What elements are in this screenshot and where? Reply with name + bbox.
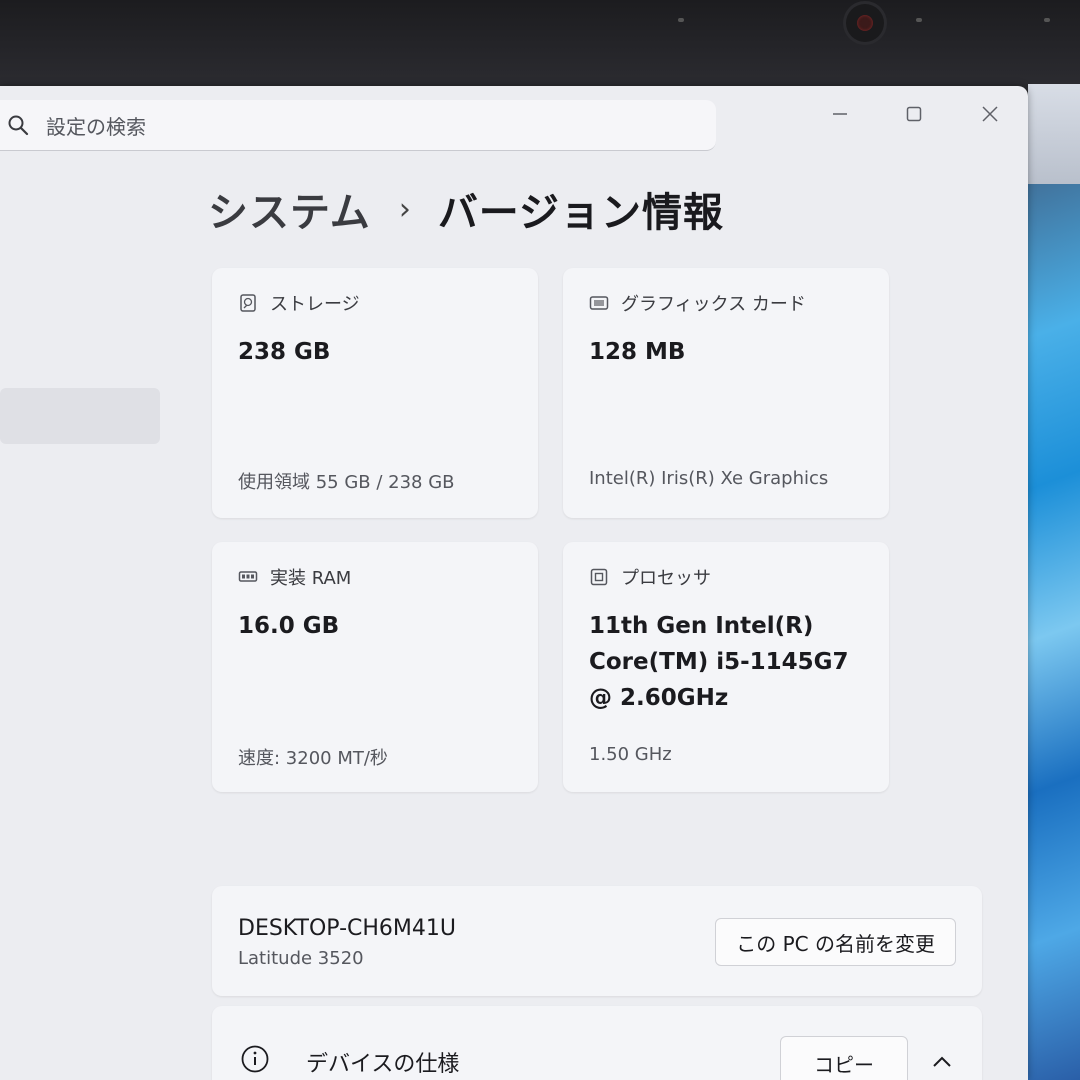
storage-card: ストレージ 238 GB 使用領域 55 GB / 238 GB <box>212 268 538 518</box>
gpu-icon <box>589 296 609 310</box>
webcam <box>846 4 884 42</box>
close-button[interactable] <box>976 100 1004 128</box>
search-placeholder[interactable]: 設定の検索 <box>46 111 146 140</box>
processor-card: プロセッサ 11th Gen Intel(R) Core(TM) i5-1145… <box>563 542 889 792</box>
processor-clock: 1.50 GHz <box>589 744 672 765</box>
graphics-card: グラフィックス カード 128 MB Intel(R) Iris(R) Xe G… <box>563 268 889 518</box>
copy-button[interactable]: コピー <box>780 1036 908 1080</box>
search-icon <box>8 115 29 136</box>
laptop-bezel <box>0 0 1080 84</box>
graphics-value: 128 MB <box>589 339 686 365</box>
device-specs-panel[interactable]: デバイスの仕様 コピー <box>212 1006 982 1080</box>
device-model: Latitude 3520 <box>238 948 364 969</box>
sidebar-item-selected[interactable] <box>0 388 160 444</box>
ram-card: 実装 RAM 16.0 GB 速度: 3200 MT/秒 <box>212 542 538 792</box>
settings-window: 設定の検索 システム › バージョン情報 ストレージ 238 GB 使用領域 5… <box>0 86 1028 1080</box>
storage-usage: 使用領域 55 GB / 238 GB <box>238 472 455 493</box>
breadcrumb: システム › バージョン情報 <box>208 180 724 238</box>
background-window <box>1028 84 1080 184</box>
processor-label: プロセッサ <box>621 568 711 589</box>
breadcrumb-separator-icon: › <box>398 191 412 227</box>
ram-value: 16.0 GB <box>238 613 340 639</box>
minimize-button[interactable] <box>826 100 854 128</box>
graphics-label: グラフィックス カード <box>621 294 806 315</box>
device-name: DESKTOP-CH6M41U <box>238 916 456 941</box>
close-icon <box>982 106 998 122</box>
bezel-sensor <box>1044 18 1050 22</box>
chevron-up-icon[interactable] <box>928 1048 956 1076</box>
search-box[interactable]: 設定の検索 <box>0 100 716 151</box>
graphics-model: Intel(R) Iris(R) Xe Graphics <box>589 468 829 489</box>
desktop-wallpaper <box>1028 84 1080 1080</box>
storage-value: 238 GB <box>238 339 331 365</box>
processor-value: 11th Gen Intel(R) Core(TM) i5-1145G7 @ 2… <box>589 613 849 711</box>
bezel-sensor <box>916 18 922 22</box>
rename-pc-button[interactable]: この PC の名前を変更 <box>715 918 956 966</box>
device-specs-label: デバイスの仕様 <box>306 1052 460 1077</box>
minimize-icon <box>833 113 847 115</box>
bezel-sensor <box>678 18 684 22</box>
maximize-button[interactable] <box>900 100 928 128</box>
maximize-icon <box>906 106 922 122</box>
page-title: バージョン情報 <box>437 190 725 236</box>
hard-drive-icon <box>240 294 256 312</box>
info-icon <box>241 1045 269 1073</box>
storage-label: ストレージ <box>270 294 360 315</box>
breadcrumb-parent[interactable]: システム <box>208 180 371 238</box>
ram-label: 実装 RAM <box>270 568 352 589</box>
cpu-icon <box>590 568 608 586</box>
ram-speed: 速度: 3200 MT/秒 <box>238 748 388 769</box>
device-name-panel: DESKTOP-CH6M41U Latitude 3520 この PC の名前を… <box>212 886 982 996</box>
memory-icon <box>238 571 258 582</box>
